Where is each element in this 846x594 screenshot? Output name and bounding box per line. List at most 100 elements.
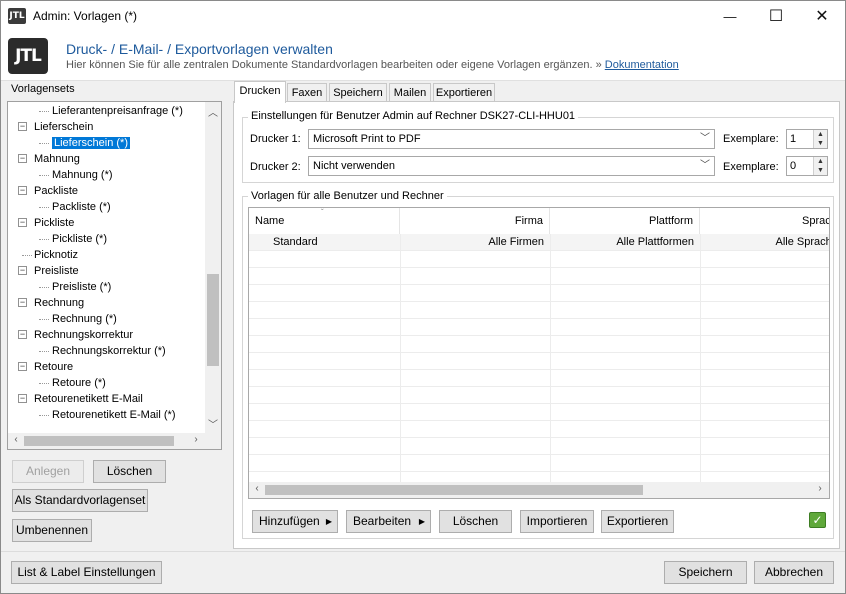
printer1-select[interactable]: Microsoft Print to PDF ﹀: [308, 129, 715, 149]
tree-item-category[interactable]: Retoure: [34, 359, 73, 375]
column-header-name[interactable]: Name: [249, 208, 400, 234]
tree-item-category[interactable]: Mahnung: [34, 151, 80, 167]
tree-collapse-icon[interactable]: −: [18, 218, 27, 227]
copies2-stepper[interactable]: 0 ▲ ▼: [786, 156, 828, 176]
scroll-right-icon[interactable]: ›: [188, 434, 204, 445]
tree-collapse-icon[interactable]: −: [18, 122, 27, 131]
save-button[interactable]: Speichern: [664, 561, 747, 584]
column-header-sprache[interactable]: Sprache: [700, 208, 829, 234]
empty-row: [249, 319, 829, 336]
tree-item-label: Retoure (*): [52, 377, 106, 389]
tree-item-template[interactable]: Packliste (*): [52, 199, 111, 215]
vorlagensets-label: Vorlagensets: [11, 83, 75, 95]
chevron-down-icon: ﹀: [700, 160, 710, 171]
maximize-button[interactable]: ☐: [753, 1, 799, 32]
minimize-button[interactable]: —: [707, 1, 753, 32]
table-row[interactable]: Standard Alle Firmen Alle Plattformen Al…: [249, 234, 829, 251]
tree-item-label: Rechnungskorrektur: [34, 329, 134, 341]
tree-item-template[interactable]: Lieferantenpreisanfrage (*): [52, 103, 183, 119]
tree-item-category[interactable]: Retourenetikett E-Mail: [34, 391, 143, 407]
tree-item-category[interactable]: Rechnung: [34, 295, 84, 311]
tree-item-label: Picknotiz: [34, 249, 79, 261]
add-template-button[interactable]: Hinzufügen ▶: [252, 510, 338, 533]
tree-item-template[interactable]: Rechnungskorrektur (*): [52, 343, 166, 359]
tree-item-template[interactable]: Pickliste (*): [52, 231, 107, 247]
tree-collapse-icon[interactable]: −: [18, 362, 27, 371]
tree-item-template[interactable]: Lieferschein (*): [51, 135, 131, 151]
grid-horizontal-scroll-thumb[interactable]: [265, 485, 643, 495]
tree-item-category[interactable]: Picknotiz: [34, 247, 78, 263]
tree-item-category[interactable]: Packliste: [34, 183, 78, 199]
tree-vertical-scroll-thumb[interactable]: [207, 274, 219, 366]
tab-faxen[interactable]: Faxen: [287, 83, 327, 103]
tree-item-template[interactable]: Rechnung (*): [52, 311, 117, 327]
close-button[interactable]: ✕: [799, 1, 845, 32]
tree-horizontal-scrollbar[interactable]: ‹ ›: [8, 433, 221, 449]
tree-connector: [39, 207, 49, 208]
tab-drucken[interactable]: Drucken: [234, 81, 286, 103]
anlegen-button[interactable]: Anlegen: [12, 460, 84, 483]
list-label-settings-button[interactable]: List & Label Einstellungen: [11, 561, 162, 584]
cell-firma: Alle Firmen: [488, 236, 544, 248]
chevron-down-icon: ﹀: [700, 133, 710, 144]
rename-button[interactable]: Umbenennen: [12, 519, 92, 542]
check-icon[interactable]: ✓: [809, 512, 826, 528]
empty-row: [249, 387, 829, 404]
vorlagensets-tree[interactable]: ︿ ﹀ ‹ › Lieferantenpreisanfrage (*) − Lief…: [7, 101, 222, 450]
tree-item-label: Lieferantenpreisanfrage (*): [52, 105, 183, 117]
tree-collapse-icon[interactable]: −: [18, 186, 27, 195]
export-button[interactable]: Exportieren: [601, 510, 674, 533]
spin-up-icon[interactable]: ▲: [813, 157, 827, 166]
delete-template-button[interactable]: Löschen: [439, 510, 512, 533]
empty-row: [249, 353, 829, 370]
tree-item-template[interactable]: Retoure (*): [52, 375, 106, 391]
tree-item-category[interactable]: Rechnungskorrektur: [34, 327, 133, 343]
tree-item-template[interactable]: Retourenetikett E-Mail (*): [52, 407, 176, 423]
grid-horizontal-scrollbar[interactable]: ‹ ›: [249, 482, 829, 498]
tree-collapse-icon[interactable]: −: [18, 394, 27, 403]
spin-down-icon[interactable]: ▼: [813, 139, 827, 148]
page-subtitle: Hier können Sie für alle zentralen Dokum…: [66, 59, 679, 71]
tab-exportieren[interactable]: Exportieren: [433, 83, 495, 103]
edit-template-button[interactable]: Bearbeiten ▶: [346, 510, 431, 533]
printer2-select[interactable]: Nicht verwenden ﹀: [308, 156, 715, 176]
tab-mailen[interactable]: Mailen: [389, 83, 431, 103]
copies1-label: Exemplare:: [723, 133, 779, 145]
tree-collapse-icon[interactable]: −: [18, 154, 27, 163]
printer1-label: Drucker 1:: [250, 133, 301, 145]
tree-item-label: Retourenetikett E-Mail: [34, 393, 143, 405]
tree-item-template[interactable]: Preisliste (*): [52, 279, 111, 295]
tree-item-category[interactable]: Pickliste: [34, 215, 74, 231]
copies1-stepper[interactable]: 1 ▲ ▼: [786, 129, 828, 149]
tree-horizontal-scroll-thumb[interactable]: [24, 436, 174, 446]
column-header-plattform[interactable]: Plattform: [550, 208, 700, 234]
tree-item-category[interactable]: Lieferschein: [34, 119, 93, 135]
scroll-left-icon[interactable]: ‹: [249, 483, 265, 494]
tab-speichern[interactable]: Speichern: [329, 83, 387, 103]
documentation-link[interactable]: Dokumentation: [605, 59, 679, 71]
tree-collapse-icon[interactable]: −: [18, 330, 27, 339]
column-divider: [700, 234, 701, 482]
scroll-left-icon[interactable]: ‹: [8, 434, 24, 445]
spin-down-icon[interactable]: ▼: [813, 166, 827, 175]
scroll-up-icon[interactable]: ︿: [205, 104, 221, 119]
scroll-right-icon[interactable]: ›: [812, 483, 828, 494]
tree-collapse-icon[interactable]: −: [18, 298, 27, 307]
tree-item-category[interactable]: Preisliste: [34, 263, 79, 279]
cancel-button[interactable]: Abbrechen: [754, 561, 834, 584]
import-button[interactable]: Importieren: [520, 510, 594, 533]
tree-vertical-scrollbar[interactable]: ︿ ﹀: [205, 102, 221, 434]
copies2-label: Exemplare:: [723, 161, 779, 173]
set-delete-button[interactable]: Löschen: [93, 460, 166, 483]
templates-grid[interactable]: Name ˇ Firma Plattform Sprache Standard …: [248, 207, 830, 499]
empty-row: [249, 370, 829, 387]
jtl-logo: JTL: [8, 38, 48, 74]
tree-collapse-icon[interactable]: −: [18, 266, 27, 275]
scroll-down-icon[interactable]: ﹀: [205, 416, 221, 431]
tree-item-template[interactable]: Mahnung (*): [52, 167, 113, 183]
spin-up-icon[interactable]: ▲: [813, 130, 827, 139]
empty-row: [249, 285, 829, 302]
set-default-button[interactable]: Als Standardvorlagenset: [12, 489, 148, 512]
printer2-value: Nicht verwenden: [313, 160, 395, 172]
column-header-firma[interactable]: Firma: [400, 208, 550, 234]
